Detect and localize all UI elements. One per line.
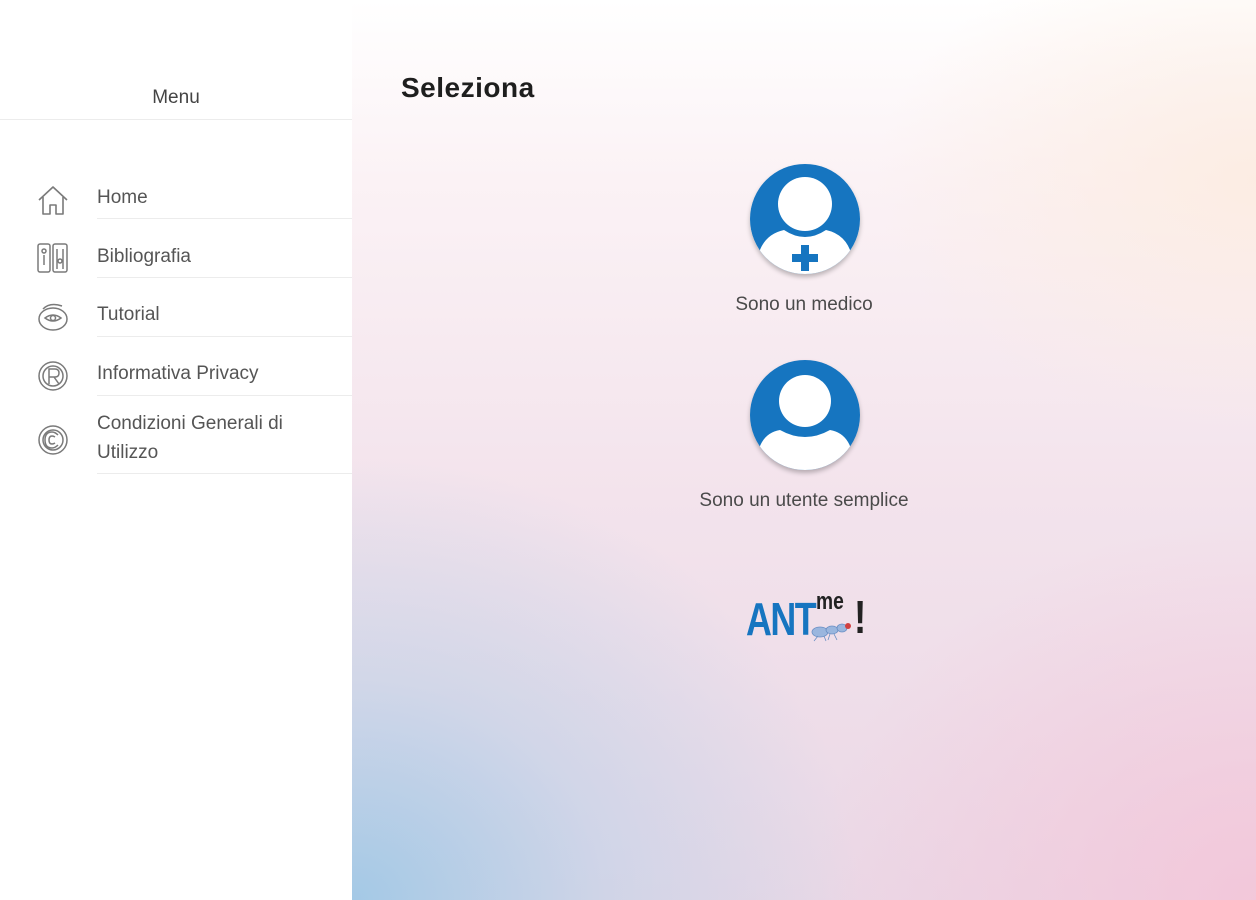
user-icon[interactable] [750, 360, 860, 470]
logo-me-text: me [816, 588, 844, 615]
antme-logo: ANT me ! [744, 588, 868, 650]
copyright-icon [34, 421, 72, 459]
home-icon [34, 181, 72, 219]
sidebar-item-condizioni-row: Condizioni Generali di Utilizzo [97, 407, 352, 474]
sidebar-item-home-row: Home [97, 178, 352, 219]
sidebar-item-bibliografia-row: Bibliografia [97, 237, 352, 278]
menu-header: Menu [0, 0, 352, 120]
doctor-choice-button[interactable]: Sono un medico [352, 164, 1256, 324]
doctor-choice-label: Sono un medico [735, 294, 873, 315]
sidebar-item-bibliografia[interactable]: Bibliografia [0, 237, 352, 278]
sidebar-item-label: Home [97, 187, 148, 208]
sidebar-item-label: Tutorial [97, 304, 160, 325]
sidebar-menu: Menu Home Bibliografia Tutorial Informat… [0, 0, 352, 900]
sidebar-item-tutorial[interactable]: Tutorial [0, 296, 352, 337]
sidebar-item-tutorial-row: Tutorial [97, 296, 352, 337]
page-title: Seleziona [401, 72, 535, 103]
main-content: Seleziona Sono un medico Sono un utente … [352, 0, 1256, 900]
sidebar-item-label: Condizioni Generali di Utilizzo [97, 413, 283, 463]
sidebar-item-condizioni[interactable]: Condizioni Generali di Utilizzo [0, 407, 352, 474]
logo-ant-text: ANT [746, 593, 817, 645]
sidebar-item-label: Informativa Privacy [97, 363, 259, 384]
privacy-icon [34, 357, 72, 395]
menu-title: Menu [152, 87, 200, 108]
sidebar-item-privacy-row: Informativa Privacy [97, 355, 352, 396]
user-choice-label: Sono un utente semplice [699, 490, 909, 511]
ant-icon [811, 623, 851, 642]
app-root: Menu Home Bibliografia Tutorial Informat… [0, 0, 1256, 900]
books-icon [34, 239, 72, 277]
tutorial-icon [34, 298, 72, 336]
user-choice-button[interactable]: Sono un utente semplice [352, 360, 1256, 520]
sidebar-item-privacy[interactable]: Informativa Privacy [0, 355, 352, 396]
doctor-icon[interactable] [750, 164, 860, 274]
sidebar-item-home[interactable]: Home [0, 178, 352, 219]
sidebar-item-label: Bibliografia [97, 246, 191, 267]
